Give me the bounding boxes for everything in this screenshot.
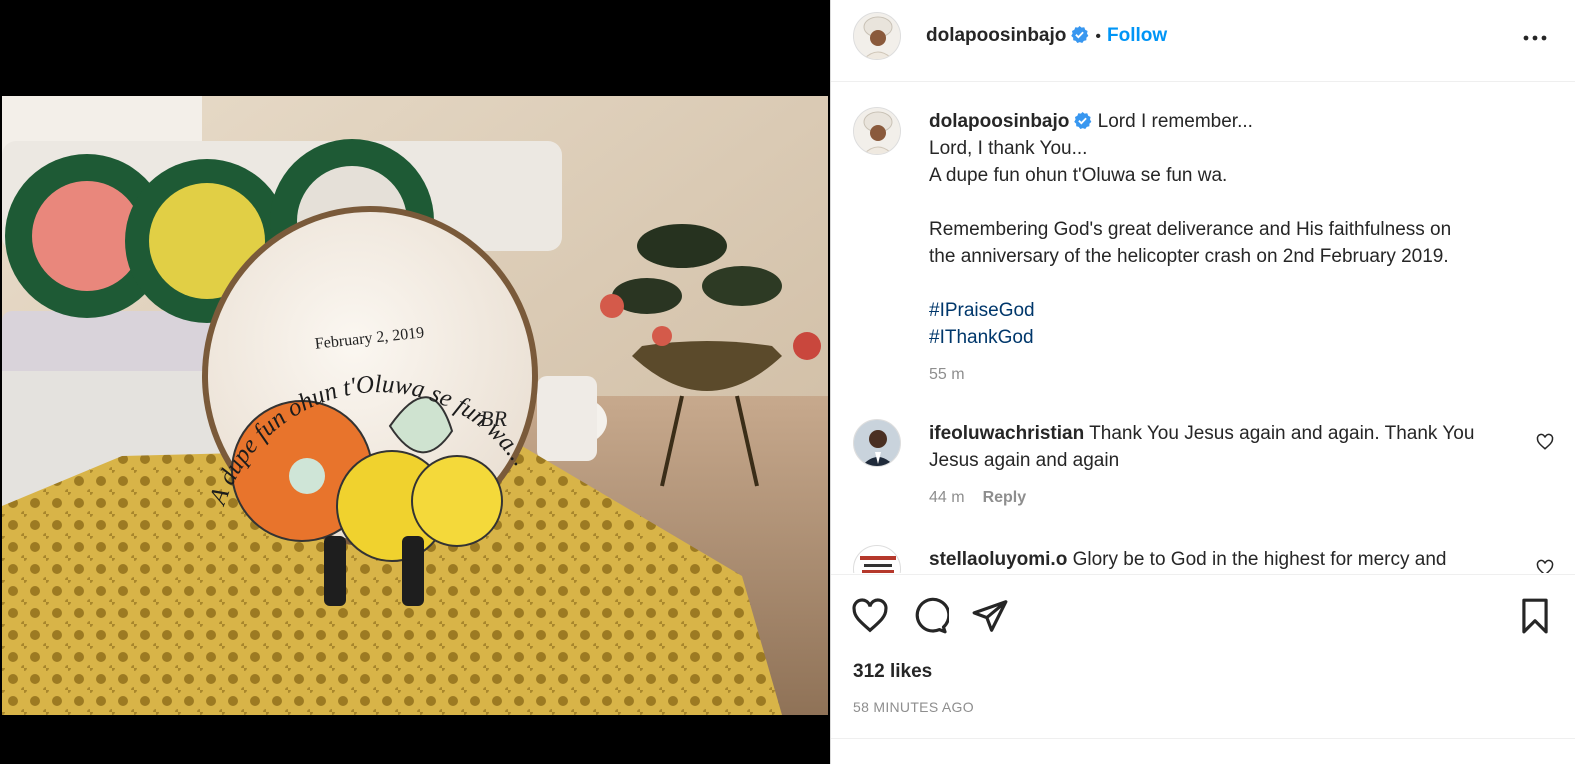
caption-avatar[interactable]: [853, 107, 901, 155]
avatar[interactable]: [853, 12, 901, 60]
comment-text-line-2: Jesus again and again: [929, 450, 1120, 471]
header-username[interactable]: dolapoosinbajo: [926, 25, 1066, 46]
comment: ifeoluwachristian Thank You Jesus again …: [929, 420, 1519, 511]
post-photo-illustration: A dupe fun ohun t'Oluwa se fun wa... Feb…: [2, 96, 828, 715]
commenter-avatar[interactable]: [853, 419, 901, 467]
comment-username[interactable]: stellaoluyomi.o: [929, 549, 1067, 570]
verified-badge-icon: [1071, 25, 1089, 44]
caption-first-line: dolapoosinbajo Lord I remember...: [929, 108, 1549, 135]
avatar-photo: [854, 13, 900, 59]
likes-count[interactable]: 312 likes: [853, 661, 932, 683]
share-paper-plane-icon[interactable]: [971, 597, 1009, 635]
post-header: dolapoosinbajo • Follow: [831, 0, 1575, 82]
caption-verified-badge-icon: [1074, 111, 1092, 130]
caption-spacer-2: [929, 270, 1549, 297]
caption-paragraph-line-2: the anniversary of the helicopter crash …: [929, 246, 1449, 267]
comment: stellaoluyomi.o Glory be to God in the h…: [929, 546, 1519, 573]
caption-line-1: Lord I remember...: [1097, 111, 1253, 132]
save-bookmark-icon[interactable]: [1516, 597, 1554, 635]
commenter-avatar[interactable]: [853, 545, 901, 573]
panel-divider: [831, 738, 1575, 739]
caption-line-3: A dupe fun ohun t'Oluwa se fun wa.: [929, 165, 1228, 186]
instagram-post-view: A dupe fun ohun t'Oluwa se fun wa... Feb…: [0, 0, 1575, 764]
hashtag-link[interactable]: #IPraiseGod: [929, 300, 1035, 321]
like-heart-icon[interactable]: [851, 597, 889, 635]
post-photo[interactable]: A dupe fun ohun t'Oluwa se fun wa... Feb…: [2, 96, 828, 715]
post-side-panel: dolapoosinbajo • Follow dolapoosinbajo L…: [830, 0, 1575, 764]
comment-text-line-1: Glory be to God in the highest for mercy…: [1072, 549, 1447, 570]
plate-monogram: BR: [480, 406, 507, 431]
comment-like-heart-icon[interactable]: [1536, 559, 1554, 573]
more-options-icon[interactable]: [1522, 28, 1548, 48]
comment-text-line-1: Thank You Jesus again and again. Thank Y…: [1089, 423, 1475, 444]
commenter-avatar-photo: [854, 546, 900, 573]
post-time-ago[interactable]: 58 MINUTES AGO: [853, 699, 974, 715]
header-separator: •: [1095, 28, 1101, 45]
post-actions: 312 likes 58 MINUTES AGO: [831, 574, 1575, 764]
caption-avatar-photo: [854, 108, 900, 154]
header-title-row: dolapoosinbajo • Follow: [926, 25, 1167, 47]
commenter-avatar-photo: [854, 420, 900, 466]
caption-timestamp[interactable]: 55 m: [929, 361, 1549, 388]
caption-line-2: Lord, I thank You...: [929, 138, 1088, 159]
follow-button[interactable]: Follow: [1107, 25, 1167, 46]
comment-meta: 44 m Reply: [929, 484, 1519, 511]
comment-like-heart-icon[interactable]: [1536, 433, 1554, 451]
comment-username[interactable]: ifeoluwachristian: [929, 423, 1084, 444]
caption-paragraph-line-1: Remembering God's great deliverance and …: [929, 219, 1452, 240]
comments-scroll-area[interactable]: dolapoosinbajo Lord I remember... Lord, …: [831, 83, 1575, 573]
caption-username[interactable]: dolapoosinbajo: [929, 111, 1069, 132]
reply-button[interactable]: Reply: [983, 489, 1027, 506]
hashtag-link[interactable]: #IThankGod: [929, 327, 1034, 348]
comment-bubble-icon[interactable]: [911, 597, 949, 635]
caption: dolapoosinbajo Lord I remember... Lord, …: [929, 108, 1549, 388]
comment-timestamp[interactable]: 44 m: [929, 489, 965, 506]
post-media: A dupe fun ohun t'Oluwa se fun wa... Feb…: [0, 0, 830, 764]
